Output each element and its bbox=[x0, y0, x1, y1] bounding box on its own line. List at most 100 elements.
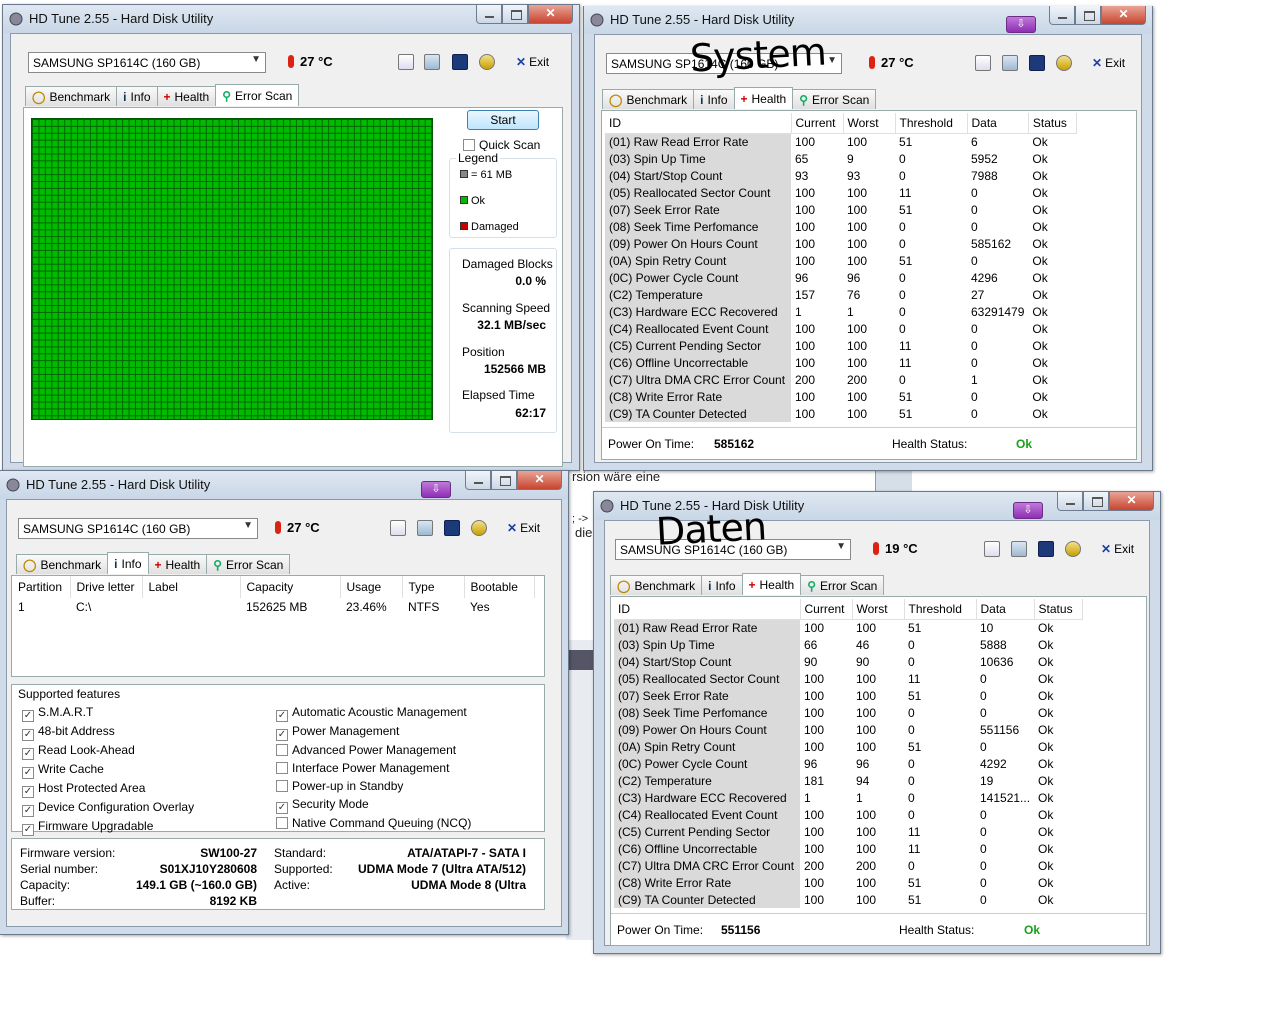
table-row[interactable]: (C7) Ultra DMA CRC Error Count 200 200 0 0 Ok bbox=[614, 857, 1082, 874]
column-header[interactable]: Data bbox=[967, 113, 1029, 134]
drive-select[interactable]: SAMSUNG SP1614C (160 GB) ▼ bbox=[28, 52, 266, 73]
column-header[interactable]: Capacity bbox=[240, 576, 341, 598]
partition-row[interactable]: 1 C:\ 152625 MB 23.46% NTFS Yes bbox=[12, 598, 534, 616]
tab-health[interactable]: + Health bbox=[156, 86, 217, 106]
copy-icon[interactable] bbox=[984, 541, 1000, 557]
table-row[interactable]: (C5) Current Pending Sector 100 100 11 0 Ok bbox=[614, 823, 1082, 840]
feature-checkbox[interactable]: ✓ Device Configuration Overlay bbox=[22, 798, 194, 817]
options-icon[interactable] bbox=[479, 54, 495, 70]
table-row[interactable]: (04) Start/Stop Count 90 90 0 10636 Ok bbox=[614, 653, 1082, 670]
table-row[interactable]: (C2) Temperature 181 94 0 19 Ok bbox=[614, 772, 1082, 789]
table-row[interactable]: (C6) Offline Uncorrectable 100 100 11 0 Ok bbox=[605, 354, 1076, 371]
table-row[interactable]: (03) Spin Up Time 65 9 0 5952 Ok bbox=[605, 150, 1076, 167]
table-row[interactable]: (0A) Spin Retry Count 100 100 51 0 Ok bbox=[605, 252, 1076, 269]
download-arrow-icon[interactable]: ⇩ bbox=[1006, 16, 1036, 33]
tab-error-scan[interactable]: ⚲ Error Scan bbox=[792, 89, 877, 109]
tab-benchmark[interactable]: ◯ Benchmark bbox=[16, 554, 109, 574]
feature-checkbox[interactable]: ✓ Write Cache bbox=[22, 760, 194, 779]
tab-info[interactable]: i Info bbox=[116, 86, 158, 106]
exit-button[interactable]: ✕ Exit bbox=[1092, 56, 1125, 70]
table-row[interactable]: (09) Power On Hours Count 100 100 0 551156 Ok bbox=[614, 721, 1082, 738]
tab-health[interactable]: + Health bbox=[147, 554, 208, 574]
minimize-button[interactable] bbox=[1057, 492, 1083, 511]
save-icon[interactable] bbox=[452, 54, 468, 70]
column-header[interactable]: Partition bbox=[12, 576, 71, 598]
column-header[interactable]: Usage bbox=[340, 576, 403, 598]
table-row[interactable]: (C3) Hardware ECC Recovered 1 1 0 63291479 Ok bbox=[605, 303, 1076, 320]
table-row[interactable]: (03) Spin Up Time 66 46 0 5888 Ok bbox=[614, 636, 1082, 653]
feature-checkbox[interactable]: ✓ Host Protected Area bbox=[22, 779, 194, 798]
feature-checkbox[interactable]: ✓ 48-bit Address bbox=[22, 722, 194, 741]
tab-health[interactable]: + Health bbox=[741, 573, 802, 595]
table-row[interactable]: (05) Reallocated Sector Count 100 100 11 0 Ok bbox=[614, 670, 1082, 687]
copy-all-icon[interactable] bbox=[1002, 55, 1018, 71]
table-row[interactable]: (C9) TA Counter Detected 100 100 51 0 Ok bbox=[605, 405, 1076, 422]
copy-all-icon[interactable] bbox=[424, 54, 440, 70]
feature-checkbox[interactable]: Power-up in Standby bbox=[276, 777, 471, 795]
feature-checkbox[interactable]: ✓ S.M.A.R.T bbox=[22, 703, 194, 722]
maximize-button[interactable] bbox=[502, 5, 528, 24]
maximize-button[interactable] bbox=[1083, 492, 1109, 511]
drive-select[interactable]: SAMSUNG SP1614C (160 GB) ▼ bbox=[18, 518, 258, 539]
feature-checkbox[interactable]: ✓ Read Look-Ahead bbox=[22, 741, 194, 760]
table-row[interactable]: (C8) Write Error Rate 100 100 51 0 Ok bbox=[614, 874, 1082, 891]
column-header[interactable]: Current bbox=[800, 599, 853, 620]
options-icon[interactable] bbox=[1056, 55, 1072, 71]
maximize-button[interactable] bbox=[1075, 6, 1101, 25]
tab-benchmark[interactable]: ◯ Benchmark bbox=[602, 89, 695, 109]
tab-info[interactable]: i Info bbox=[107, 552, 149, 574]
tab-info[interactable]: i Info bbox=[701, 575, 743, 595]
column-header[interactable]: Bootable bbox=[464, 576, 535, 598]
minimize-button[interactable] bbox=[465, 471, 491, 490]
column-header[interactable]: Type bbox=[402, 576, 465, 598]
tab-error-scan[interactable]: ⚲ Error Scan bbox=[800, 575, 885, 595]
exit-button[interactable]: ✕ Exit bbox=[507, 521, 540, 535]
table-row[interactable]: (C9) TA Counter Detected 100 100 51 0 Ok bbox=[614, 891, 1082, 908]
table-row[interactable]: (C2) Temperature 157 76 0 27 Ok bbox=[605, 286, 1076, 303]
options-icon[interactable] bbox=[471, 520, 487, 536]
table-row[interactable]: (C8) Write Error Rate 100 100 51 0 Ok bbox=[605, 388, 1076, 405]
minimize-button[interactable] bbox=[476, 5, 502, 24]
table-row[interactable]: (09) Power On Hours Count 100 100 0 585162 Ok bbox=[605, 235, 1076, 252]
close-button[interactable] bbox=[1109, 492, 1154, 511]
table-row[interactable]: (0C) Power Cycle Count 96 96 0 4292 Ok bbox=[614, 755, 1082, 772]
column-header[interactable]: Threshold bbox=[895, 113, 968, 134]
maximize-button[interactable] bbox=[491, 471, 517, 490]
title-bar[interactable]: HD Tune 2.55 - Hard Disk Utility ⇩ bbox=[584, 6, 1152, 34]
copy-icon[interactable] bbox=[390, 520, 406, 536]
column-header[interactable]: Worst bbox=[852, 599, 905, 620]
feature-checkbox[interactable]: ✓ Firmware Upgradable bbox=[22, 817, 194, 836]
table-row[interactable]: (07) Seek Error Rate 100 100 51 0 Ok bbox=[605, 201, 1076, 218]
table-row[interactable]: (C6) Offline Uncorrectable 100 100 11 0 Ok bbox=[614, 840, 1082, 857]
table-row[interactable]: (08) Seek Time Perfomance 100 100 0 0 Ok bbox=[614, 704, 1082, 721]
tab-info[interactable]: i Info bbox=[693, 89, 735, 109]
save-icon[interactable] bbox=[1038, 541, 1054, 557]
column-header[interactable]: Data bbox=[976, 599, 1035, 620]
column-header[interactable]: Status bbox=[1034, 599, 1083, 620]
feature-checkbox[interactable]: Native Command Queuing (NCQ) bbox=[276, 814, 471, 832]
copy-icon[interactable] bbox=[398, 54, 414, 70]
feature-checkbox[interactable]: Interface Power Management bbox=[276, 759, 471, 777]
title-bar[interactable]: HD Tune 2.55 - Hard Disk Utility bbox=[3, 5, 579, 33]
options-icon[interactable] bbox=[1065, 541, 1081, 557]
column-header[interactable]: Worst bbox=[843, 113, 896, 134]
minimize-button[interactable] bbox=[1049, 6, 1075, 25]
table-row[interactable]: (05) Reallocated Sector Count 100 100 11 0 Ok bbox=[605, 184, 1076, 201]
table-row[interactable]: (0A) Spin Retry Count 100 100 51 0 Ok bbox=[614, 738, 1082, 755]
tab-error-scan[interactable]: ⚲ Error Scan bbox=[206, 554, 291, 574]
column-header[interactable]: Drive letter bbox=[70, 576, 143, 598]
feature-checkbox[interactable]: ✓ Power Management bbox=[276, 722, 471, 741]
table-row[interactable]: (C4) Reallocated Event Count 100 100 0 0 Ok bbox=[614, 806, 1082, 823]
column-header[interactable]: Threshold bbox=[904, 599, 977, 620]
table-row[interactable]: (C5) Current Pending Sector 100 100 11 0 Ok bbox=[605, 337, 1076, 354]
download-arrow-icon[interactable]: ⇩ bbox=[1013, 502, 1043, 519]
table-row[interactable]: (08) Seek Time Perfomance 100 100 0 0 Ok bbox=[605, 218, 1076, 235]
copy-all-icon[interactable] bbox=[1011, 541, 1027, 557]
table-row[interactable]: (04) Start/Stop Count 93 93 0 7988 Ok bbox=[605, 167, 1076, 184]
column-header[interactable]: Status bbox=[1028, 113, 1077, 134]
tab-error-scan[interactable]: ⚲ Error Scan bbox=[215, 84, 300, 106]
close-button[interactable] bbox=[517, 471, 562, 490]
column-header[interactable]: Current bbox=[791, 113, 844, 134]
start-button[interactable]: Start bbox=[467, 110, 539, 130]
table-row[interactable]: (01) Raw Read Error Rate 100 100 51 10 Ok bbox=[614, 619, 1082, 636]
